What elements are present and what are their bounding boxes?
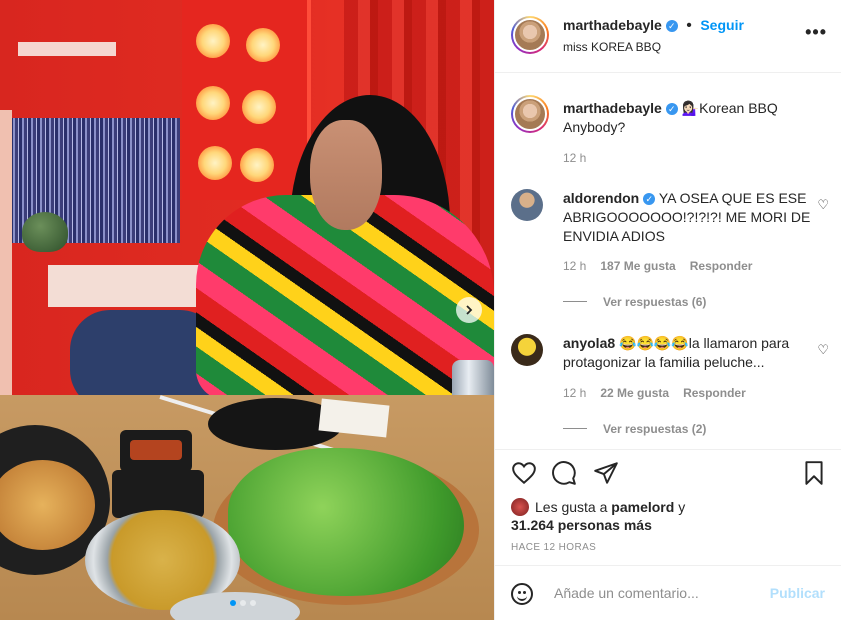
author-username[interactable]: marthadebayle xyxy=(563,17,662,33)
pole xyxy=(0,110,12,410)
comment-icon[interactable] xyxy=(551,460,577,486)
carousel-dot xyxy=(240,600,246,606)
heart-light xyxy=(246,28,280,62)
location-link[interactable]: miss KOREA BBQ xyxy=(563,40,661,54)
comment-username[interactable]: aldorendon xyxy=(563,190,639,206)
heart-light xyxy=(196,24,230,58)
view-replies-button[interactable]: Ver respuestas (2) xyxy=(563,420,706,438)
likes-connector: y xyxy=(678,499,686,515)
post-sidebar: marthadebayle ✓ • Seguir miss KOREA BBQ •… xyxy=(494,0,841,620)
carousel-dot xyxy=(250,600,256,606)
verified-icon: ✓ xyxy=(665,20,678,32)
view-replies-label: Ver respuestas (6) xyxy=(603,295,707,309)
liker-username[interactable]: pamelord xyxy=(611,499,674,515)
view-replies-label: Ver respuestas (2) xyxy=(603,422,707,436)
post-header: marthadebayle ✓ • Seguir miss KOREA BBQ •… xyxy=(495,0,841,73)
heart-icon[interactable] xyxy=(511,460,537,486)
wall-sign xyxy=(18,42,116,56)
author-avatar[interactable] xyxy=(511,16,549,54)
post-timestamp[interactable]: HACE 12 HORAS xyxy=(511,542,596,553)
comment-emoji: 😂😂😂😂 xyxy=(619,335,689,351)
verified-icon: ✓ xyxy=(665,103,678,115)
comment-username[interactable]: anyola8 xyxy=(563,335,615,351)
heart-light xyxy=(242,90,276,124)
instagram-post: marthadebayle ✓ • Seguir miss KOREA BBQ •… xyxy=(0,0,841,620)
neon-heart-sign xyxy=(182,0,311,200)
verified-icon: ✓ xyxy=(643,193,656,205)
view-replies-button[interactable]: Ver respuestas (6) xyxy=(563,293,706,311)
add-comment-bar: Publicar xyxy=(495,565,841,622)
liker-avatar[interactable] xyxy=(511,498,529,516)
bookmark-icon[interactable] xyxy=(801,460,827,486)
caption-username[interactable]: marthadebayle xyxy=(563,100,662,116)
follow-button[interactable]: Seguir xyxy=(700,17,744,33)
plant xyxy=(22,212,68,252)
carousel-dot xyxy=(230,600,236,606)
comment-likes[interactable]: 22 Me gusta xyxy=(600,386,669,400)
likes-summary: Les gusta a pamelord y 31.264 personas m… xyxy=(511,498,685,534)
comment-like-heart-icon[interactable]: ♡ xyxy=(817,197,829,213)
comment-input[interactable] xyxy=(552,584,756,602)
heart-light xyxy=(240,148,274,182)
likes-count[interactable]: 31.264 personas más xyxy=(511,517,652,533)
face xyxy=(310,120,382,230)
comments-section: marthadebayle ✓ 💁🏻‍♀️Korean BBQ Anybody? … xyxy=(495,73,841,449)
commenter-avatar[interactable] xyxy=(511,189,543,221)
post-actions: Les gusta a pamelord y 31.264 personas m… xyxy=(495,449,841,621)
comment-like-heart-icon[interactable]: ♡ xyxy=(817,342,829,358)
comment-time: 12 h xyxy=(563,386,587,400)
share-icon[interactable] xyxy=(593,460,619,486)
carousel-indicator xyxy=(230,600,256,606)
heart-light xyxy=(196,86,230,120)
reply-button[interactable]: Responder xyxy=(683,386,746,400)
caption-avatar[interactable] xyxy=(511,95,549,133)
likes-prefix: Les gusta a xyxy=(535,499,608,515)
divider-line xyxy=(563,428,587,430)
separator: • xyxy=(686,17,692,34)
heart-light xyxy=(198,146,232,180)
carousel-next-button[interactable] xyxy=(456,297,482,323)
more-options-icon[interactable]: ••• xyxy=(805,22,827,43)
divider-line xyxy=(563,301,587,303)
comment-time: 12 h xyxy=(563,259,587,273)
side-dish xyxy=(120,430,192,472)
commenter-avatar[interactable] xyxy=(511,334,543,366)
caption-time: 12 h xyxy=(563,151,587,165)
chevron-right-icon xyxy=(466,305,473,315)
reply-button[interactable]: Responder xyxy=(690,259,753,273)
caption-emoji: 💁🏻‍♀️ xyxy=(681,100,700,116)
publish-button[interactable]: Publicar xyxy=(770,585,825,601)
post-photo[interactable] xyxy=(0,0,494,620)
comment-likes[interactable]: 187 Me gusta xyxy=(600,259,675,273)
emoji-icon[interactable] xyxy=(511,583,533,605)
